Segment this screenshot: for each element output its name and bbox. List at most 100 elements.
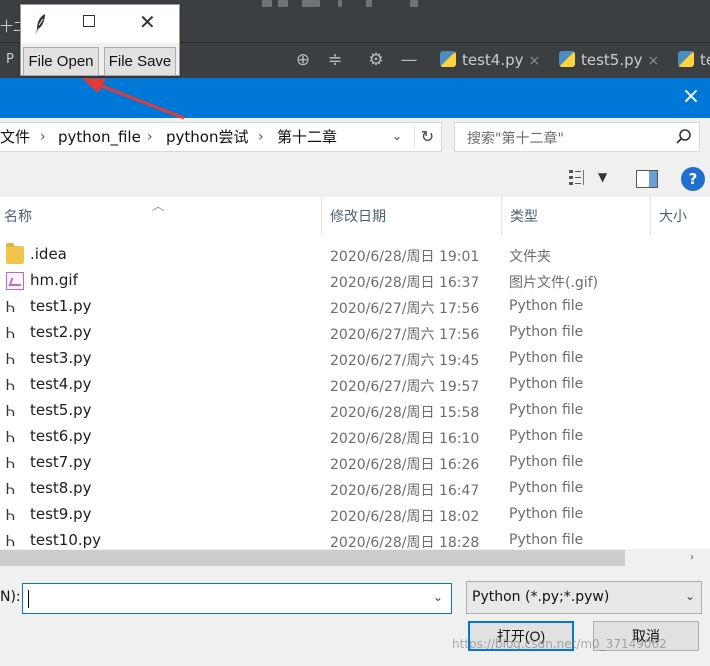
watermark: https://blog.csdn.net/m0_37149062 <box>452 637 667 651</box>
file-date: 2020/6/27/周六 17:56 <box>330 301 480 317</box>
crosshair-icon[interactable]: ⊕ <box>292 49 314 71</box>
file-row[interactable]: Ꮒ test1.py 2020/6/27/周六 17:56 Python fil… <box>0 294 700 320</box>
close-icon[interactable]: × <box>529 53 541 69</box>
breadcrumb-item[interactable]: 文件 <box>0 127 30 147</box>
close-icon[interactable]: × <box>676 82 706 112</box>
breadcrumb-item[interactable]: python_file <box>58 127 141 147</box>
breadcrumb-item-current[interactable]: 第十二章 <box>277 127 337 147</box>
file-row[interactable]: Ꮒ test9.py 2020/6/28/周日 18:02 Python fil… <box>0 502 700 528</box>
breadcrumb-separator[interactable]: › <box>40 127 46 147</box>
python-logo-icon <box>440 51 456 67</box>
scroll-right-icon[interactable]: › <box>684 550 700 566</box>
ide-project-fragment: P <box>6 52 14 67</box>
file-name: test9.py <box>30 505 92 523</box>
search-icon[interactable] <box>675 128 693 146</box>
file-type: 文件夹 <box>509 249 551 265</box>
maximize-icon[interactable] <box>83 15 95 27</box>
file-name: test4.py <box>30 375 92 393</box>
breadcrumb-item[interactable]: python尝试 <box>166 127 248 147</box>
collapse-icon[interactable]: ≑ <box>324 49 346 71</box>
file-name: test5.py <box>30 401 92 419</box>
search-input[interactable]: 搜索"第十二章" <box>454 122 700 152</box>
help-icon[interactable]: ? <box>681 167 705 191</box>
file-date: 2020/6/28/周日 16:26 <box>330 457 480 473</box>
file-type: 图片文件(.gif) <box>509 275 599 291</box>
ide-tab-test4[interactable]: test4.py × <box>436 44 540 76</box>
column-header-size[interactable]: 大小 <box>651 197 710 235</box>
view-options-icon[interactable] <box>568 168 590 188</box>
chevron-down-icon[interactable]: ▼ <box>598 170 607 184</box>
gear-icon[interactable]: ⚙ <box>365 49 387 71</box>
python-file-icon: Ꮒ <box>6 506 16 524</box>
close-icon[interactable]: × <box>648 53 660 69</box>
file-name: hm.gif <box>30 271 78 289</box>
breadcrumb-separator[interactable]: › <box>147 127 153 147</box>
file-row[interactable]: Ꮒ test2.py 2020/6/27/周六 17:56 Python fil… <box>0 320 700 346</box>
file-type: Python file <box>509 350 584 366</box>
column-header: 名称 ︿ 修改日期 类型 大小 <box>0 197 710 235</box>
python-file-icon: Ꮒ <box>6 454 16 472</box>
sort-ascending-icon: ︿ <box>152 199 165 213</box>
file-date: 2020/6/28/周日 15:58 <box>330 405 480 421</box>
tk-window: ✕ File Open File Save <box>20 4 180 76</box>
python-logo-icon <box>678 51 694 67</box>
breadcrumb-separator[interactable]: › <box>258 127 264 147</box>
file-row[interactable]: .idea 2020/6/28/周日 19:01 文件夹 <box>0 242 700 268</box>
file-row[interactable]: hm.gif 2020/6/28/周日 16:37 图片文件(.gif) <box>0 268 700 294</box>
ide-tab-label: te <box>700 51 710 69</box>
chevron-down-icon[interactable]: ⌄ <box>685 589 695 603</box>
file-date: 2020/6/28/周日 16:10 <box>330 431 480 447</box>
file-row[interactable]: Ꮒ test6.py 2020/6/28/周日 16:10 Python fil… <box>0 424 700 450</box>
python-file-icon: Ꮒ <box>6 428 16 446</box>
file-type: Python file <box>509 506 584 522</box>
chevron-down-icon[interactable]: ⌄ <box>433 590 443 604</box>
file-date: 2020/6/27/周六 19:45 <box>330 353 480 369</box>
file-name: test1.py <box>30 297 92 315</box>
file-row[interactable]: Ꮒ test5.py 2020/6/28/周日 15:58 Python fil… <box>0 398 700 424</box>
preview-pane-icon[interactable] <box>636 170 658 188</box>
file-type: Python file <box>509 324 584 340</box>
column-header-date[interactable]: 修改日期 <box>322 197 502 235</box>
refresh-icon[interactable]: ↻ <box>414 126 440 148</box>
file-row[interactable]: Ꮒ test3.py 2020/6/27/周六 19:45 Python fil… <box>0 346 700 372</box>
address-bar[interactable]: 文件 › python_file › python尝试 › 第十二章 ⌄ ↻ <box>0 122 442 152</box>
file-date: 2020/6/27/周六 17:56 <box>330 327 480 343</box>
file-type: Python file <box>509 532 584 548</box>
python-file-icon: Ꮒ <box>6 532 16 549</box>
file-list[interactable]: 名称 ︿ 修改日期 类型 大小 .idea 2020/6/28/周日 19:01… <box>0 197 710 549</box>
file-row[interactable]: Ꮒ test4.py 2020/6/27/周六 19:57 Python fil… <box>0 372 700 398</box>
horizontal-scrollbar[interactable]: › <box>0 549 700 567</box>
ide-tab-test5[interactable]: test5.py × <box>555 44 659 76</box>
file-date: 2020/6/28/周日 16:37 <box>330 275 480 291</box>
ide-tab-partial[interactable]: te <box>674 44 710 76</box>
ide-toolbar-marks <box>262 0 442 10</box>
column-header-type[interactable]: 类型 <box>502 197 651 235</box>
file-name: test8.py <box>30 479 92 497</box>
filetype-select[interactable]: Python (*.py;*.pyw) ⌄ <box>466 581 702 614</box>
file-date: 2020/6/28/周日 18:28 <box>330 535 480 549</box>
python-file-icon: Ꮒ <box>6 298 16 316</box>
file-date: 2020/6/28/周日 18:02 <box>330 509 480 525</box>
ide-tab-label: test4.py <box>462 51 524 69</box>
python-file-icon: Ꮒ <box>6 402 16 420</box>
filename-input[interactable]: ⌄ <box>22 583 452 614</box>
file-row[interactable]: Ꮒ test7.py 2020/6/28/周日 16:26 Python fil… <box>0 450 700 476</box>
minimize-icon[interactable]: — <box>398 49 420 71</box>
file-name: test2.py <box>30 323 92 341</box>
filename-label: N): <box>0 589 21 605</box>
file-name: test10.py <box>30 531 102 549</box>
gif-image-icon <box>6 272 24 290</box>
folder-icon <box>6 243 24 264</box>
close-icon[interactable]: ✕ <box>139 10 156 34</box>
scrollbar-thumb[interactable] <box>0 550 625 566</box>
file-name: .idea <box>30 245 67 263</box>
file-save-button[interactable]: File Save <box>104 47 176 76</box>
file-row[interactable]: Ꮒ test10.py 2020/6/28/周日 18:28 Python fi… <box>0 528 700 549</box>
python-file-icon: Ꮒ <box>6 324 16 342</box>
file-open-button[interactable]: File Open <box>23 47 99 76</box>
chevron-down-icon[interactable]: ⌄ <box>392 129 402 143</box>
file-name: test6.py <box>30 427 92 445</box>
dialog-titlebar: × <box>0 78 710 118</box>
file-row[interactable]: Ꮒ test8.py 2020/6/28/周日 16:47 Python fil… <box>0 476 700 502</box>
file-date: 2020/6/28/周日 16:47 <box>330 483 480 499</box>
